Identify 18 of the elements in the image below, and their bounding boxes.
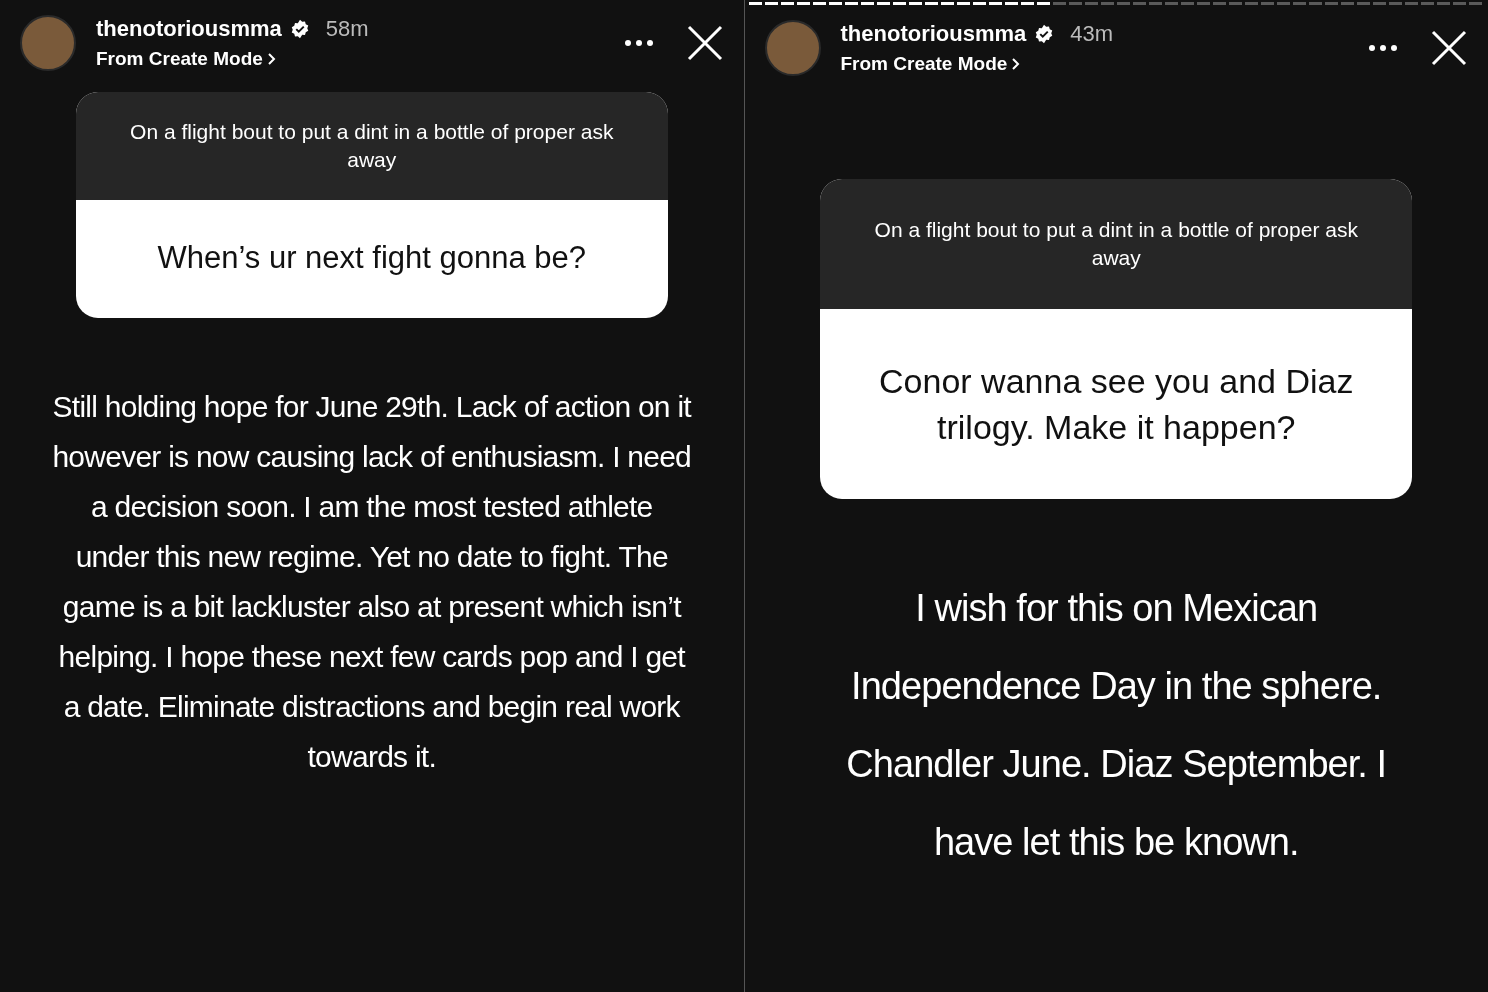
question-text: When’s ur next fight gonna be? [157, 239, 587, 278]
post-time: 43m [1070, 20, 1114, 48]
more-options-icon[interactable] [1368, 43, 1398, 52]
chevron-right-icon [266, 52, 277, 67]
chevron-right-icon [1011, 57, 1022, 72]
answer-text: I wish for this on Mexican Independence Day in the sphere. Chandler June. Diaz September. I have let this be known. [845, 585, 1388, 865]
answer-text: Still holding hope for June 29th. Lack of action on it however is now causing lack of enthusiasm. I need a decision soon. I am the most tested athlete under this new regime. Yet no date to fight. The game is a bit lackluster also at present which isn’t helping. I hope these next few cards pop and I get a date. Eliminate distractions and begin real work towards it. [51, 388, 692, 775]
create-mode-link[interactable]: From Create Mode [96, 45, 263, 74]
more-options-icon[interactable] [623, 38, 654, 47]
username[interactable]: thenotoriousmma [840, 17, 1027, 50]
close-icon[interactable] [1430, 28, 1468, 67]
create-mode-link[interactable]: From Create Mode [840, 50, 1008, 79]
post-time: 58m [325, 15, 369, 43]
username[interactable]: thenotoriousmma [96, 12, 282, 45]
question-text: Conor wanna see you and Diaz trilogy. Make it happen? [878, 360, 1355, 448]
close-icon[interactable] [685, 23, 724, 62]
sticker-prompt: On a flight bout to put a dint in a bottle of proper ask away [873, 216, 1359, 271]
sticker-prompt: On a flight bout to put a dint in a bottle of proper ask away [129, 118, 615, 173]
